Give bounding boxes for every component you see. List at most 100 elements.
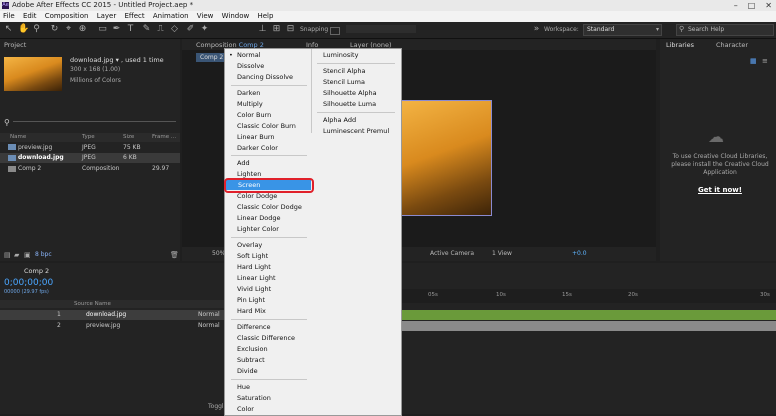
menu-effect[interactable]: Effect xyxy=(121,11,147,22)
menu-item-linear-burn[interactable]: Linear Burn xyxy=(225,132,275,142)
close-icon[interactable]: ✕ xyxy=(765,0,772,11)
col-size[interactable]: Size xyxy=(123,134,134,140)
eraser-tool-icon[interactable]: ◇ xyxy=(170,25,179,34)
type-tool-icon[interactable]: T xyxy=(126,25,135,34)
snapping-checkbox[interactable] xyxy=(330,27,340,35)
view-layout-select[interactable]: 1 View xyxy=(492,250,512,257)
project-search-input[interactable] xyxy=(13,121,176,122)
pan-behind-tool-icon[interactable]: ⊕ xyxy=(78,25,87,34)
tab-libraries[interactable]: Libraries xyxy=(666,40,694,50)
menu-item-dancing-dissolve[interactable]: Dancing Dissolve xyxy=(225,72,293,82)
menu-item-classic-color-burn[interactable]: Classic Color Burn xyxy=(225,121,296,131)
layer-bar[interactable] xyxy=(400,321,776,331)
col-source-name[interactable]: Source Name xyxy=(74,301,111,307)
menu-item-pin-light[interactable]: Pin Light xyxy=(225,295,265,305)
hand-tool-icon[interactable]: ✋ xyxy=(18,25,29,34)
menu-item-classic-difference[interactable]: Classic Difference xyxy=(225,333,295,343)
exposure-value[interactable]: +0.0 xyxy=(572,250,587,257)
list-view-icon[interactable]: ≡ xyxy=(762,57,768,65)
menu-item-color-dodge[interactable]: Color Dodge xyxy=(225,191,277,201)
menu-item-saturation[interactable]: Saturation xyxy=(225,393,271,403)
menu-item-color-burn[interactable]: Color Burn xyxy=(225,110,271,120)
col-name[interactable]: Name xyxy=(10,134,26,140)
menu-item-alpha-add[interactable]: Alpha Add xyxy=(311,115,356,125)
menu-item-multiply[interactable]: Multiply xyxy=(225,99,263,109)
menu-item-dissolve[interactable]: Dissolve xyxy=(225,61,264,71)
menu-view[interactable]: View xyxy=(194,11,217,22)
menu-item-classic-color-dodge[interactable]: Classic Color Dodge xyxy=(225,202,302,212)
bpc-toggle[interactable]: 8 bpc xyxy=(35,251,52,258)
tab-character[interactable]: Character xyxy=(716,40,748,50)
menu-item-linear-dodge[interactable]: Linear Dodge xyxy=(225,213,281,223)
tab-timeline-comp[interactable]: Comp 2 xyxy=(24,266,49,276)
menu-help[interactable]: Help xyxy=(254,11,276,22)
axis-tool-icon[interactable]: ⊥ xyxy=(258,25,267,34)
minimize-icon[interactable]: – xyxy=(734,0,738,11)
camera-tool-icon[interactable]: ⌖ xyxy=(64,25,73,34)
camera-select[interactable]: Active Camera xyxy=(430,250,474,257)
new-composition-icon[interactable]: ▣ xyxy=(24,251,31,259)
menu-item-stencil-luma[interactable]: Stencil Luma xyxy=(311,77,365,87)
menu-item-divide[interactable]: Divide xyxy=(225,366,258,376)
rotate-tool-icon[interactable]: ↻ xyxy=(50,25,59,34)
selection-tool-icon[interactable]: ↖ xyxy=(4,25,13,34)
search-help-input[interactable]: ⚲ Search Help xyxy=(676,24,774,36)
menu-composition[interactable]: Composition xyxy=(42,11,92,22)
menu-item-luminosity[interactable]: Luminosity xyxy=(311,50,358,60)
menu-item-exclusion[interactable]: Exclusion xyxy=(225,344,268,354)
menu-item-lighter-color[interactable]: Lighter Color xyxy=(225,224,279,234)
menu-item-add[interactable]: Add xyxy=(225,158,250,168)
brush-tool-icon[interactable]: ✎ xyxy=(142,25,151,34)
menu-item-difference[interactable]: Difference xyxy=(225,322,271,332)
col-type[interactable]: Type xyxy=(82,134,95,140)
new-folder-icon[interactable]: ▰ xyxy=(14,251,19,259)
interpret-footage-icon[interactable]: ▤ xyxy=(4,251,11,259)
maximize-icon[interactable]: □ xyxy=(748,0,756,11)
zoom-tool-icon[interactable]: ⚲ xyxy=(32,25,41,34)
menu-item-linear-light[interactable]: Linear Light xyxy=(225,273,276,283)
tab-project[interactable]: Project xyxy=(4,40,26,50)
menu-item-stencil-alpha[interactable]: Stencil Alpha xyxy=(311,66,366,76)
time-ruler[interactable]: 05s 10s 15s 20s 30s xyxy=(400,289,776,303)
rectangle-tool-icon[interactable]: ▭ xyxy=(98,25,107,34)
roto-brush-tool-icon[interactable]: ✐ xyxy=(186,25,195,34)
current-timecode[interactable]: 0;00;00;00 xyxy=(4,278,53,288)
menu-edit[interactable]: Edit xyxy=(20,11,40,22)
search-icon[interactable]: ⚲ xyxy=(4,118,10,127)
menu-item-silhouette-luma[interactable]: Silhouette Luma xyxy=(311,99,376,109)
grid-view-icon[interactable]: ▦ xyxy=(750,57,757,65)
menu-file[interactable]: File xyxy=(0,11,18,22)
comp-tag[interactable]: Comp 2 xyxy=(196,53,228,62)
clone-stamp-tool-icon[interactable]: ⎍ xyxy=(156,25,165,34)
get-it-now-link[interactable]: Get it now! xyxy=(698,186,742,194)
menu-item-color[interactable]: Color xyxy=(225,404,254,414)
menu-item-darken[interactable]: Darken xyxy=(225,88,260,98)
menu-item-vivid-light[interactable]: Vivid Light xyxy=(225,284,271,294)
trash-icon[interactable]: 🗑 xyxy=(170,251,179,259)
menu-layer[interactable]: Layer xyxy=(94,11,120,22)
menu-item-hard-mix[interactable]: Hard Mix xyxy=(225,306,266,316)
project-row[interactable]: download.jpg JPEG 6 KB xyxy=(0,153,180,163)
menu-item-silhouette-alpha[interactable]: Silhouette Alpha xyxy=(311,88,377,98)
menu-item-darker-color[interactable]: Darker Color xyxy=(225,143,278,153)
menu-item-subtract[interactable]: Subtract xyxy=(225,355,265,365)
puppet-tool-icon[interactable]: ✦ xyxy=(200,25,209,34)
layer-bounding-box[interactable] xyxy=(398,100,492,216)
col-frame[interactable]: Frame ... xyxy=(152,134,176,140)
view-axis-icon[interactable]: ⊟ xyxy=(286,25,295,34)
snapping-options[interactable] xyxy=(346,25,416,33)
menu-item-overlay[interactable]: Overlay xyxy=(225,240,262,250)
project-row[interactable]: Comp 2 Composition 29.97 xyxy=(0,164,180,174)
menu-item-luminescent-premul[interactable]: Luminescent Premul xyxy=(311,126,389,136)
project-row[interactable]: preview.jpg JPEG 75 KB xyxy=(0,143,180,153)
world-axis-icon[interactable]: ⊞ xyxy=(272,25,281,34)
menu-item-hue[interactable]: Hue xyxy=(225,382,250,392)
layer-bar[interactable] xyxy=(400,310,776,320)
workspace-select[interactable]: Standard ▾ xyxy=(583,24,662,36)
menu-animation[interactable]: Animation xyxy=(150,11,192,22)
snapping-label[interactable]: Snapping xyxy=(300,26,328,33)
menu-item-hard-light[interactable]: Hard Light xyxy=(225,262,271,272)
menu-item-soft-light[interactable]: Soft Light xyxy=(225,251,268,261)
workspace-menu-icon[interactable]: » xyxy=(532,25,541,34)
pen-tool-icon[interactable]: ✒ xyxy=(112,25,121,34)
